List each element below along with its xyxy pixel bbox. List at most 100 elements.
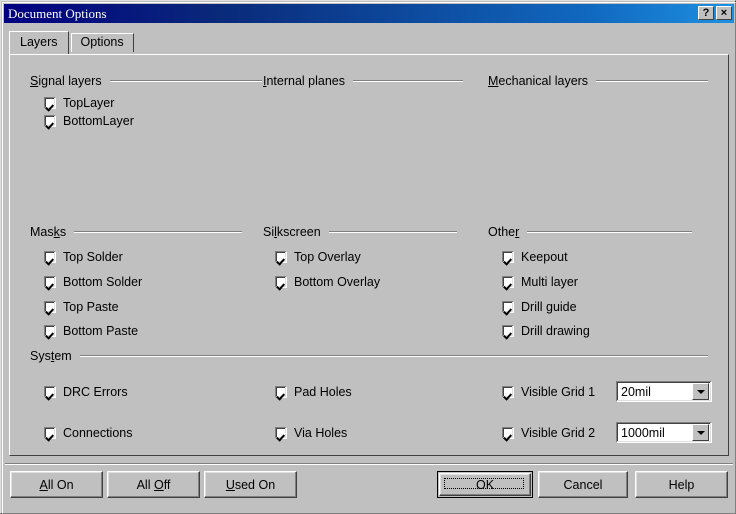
checkbox-label-top-paste: Top Paste	[63, 300, 119, 314]
group-label-internal-planes: Internal planes	[263, 74, 345, 88]
checkbox-label-multi-layer: Multi layer	[521, 275, 578, 289]
checkbox-label-toplayer: TopLayer	[63, 96, 114, 110]
checkbox-label-drc-errors: DRC Errors	[63, 385, 128, 399]
group-header-silkscreen: Silkscreen	[263, 225, 457, 239]
checkbox-bottom-overlay[interactable]	[275, 276, 287, 288]
checkbox-row-multi-layer[interactable]: Multi layer	[502, 275, 578, 289]
group-label-silkscreen-rest: kscreen	[277, 225, 321, 239]
checkbox-row-visible-grid-2[interactable]: Visible Grid 2	[502, 426, 595, 440]
used-on-button[interactable]: Used On	[204, 471, 297, 498]
checkbox-row-bottom-solder[interactable]: Bottom Solder	[44, 275, 142, 289]
group-header-masks: Masks	[30, 225, 242, 239]
checkbox-row-connections[interactable]: Connections	[44, 426, 133, 440]
all-on-button[interactable]: All On	[10, 471, 103, 498]
checkbox-bottom-solder[interactable]	[44, 276, 56, 288]
checkbox-row-toplayer[interactable]: TopLayer	[44, 96, 114, 110]
close-icon[interactable]: ×	[716, 6, 732, 20]
checkbox-row-drc-errors[interactable]: DRC Errors	[44, 385, 128, 399]
group-label-system: System	[30, 349, 72, 363]
checkbox-label-pad-holes: Pad Holes	[294, 385, 352, 399]
checkbox-bottom-paste[interactable]	[44, 325, 56, 337]
group-header-system: System	[30, 349, 708, 363]
checkbox-row-top-overlay[interactable]: Top Overlay	[275, 250, 361, 264]
title-bar-buttons: ? ×	[698, 6, 732, 20]
checkbox-drill-drawing[interactable]	[502, 325, 514, 337]
checkbox-via-holes[interactable]	[275, 427, 287, 439]
combo-value-visible-grid-1: 20mil	[617, 385, 692, 399]
tab-layers[interactable]: Layers	[9, 31, 69, 54]
checkbox-top-solder[interactable]	[44, 251, 56, 263]
checkbox-label-bottom-overlay: Bottom Overlay	[294, 275, 380, 289]
checkbox-row-top-solder[interactable]: Top Solder	[44, 250, 123, 264]
checkbox-row-drill-drawing[interactable]: Drill drawing	[502, 324, 590, 338]
checkbox-connections[interactable]	[44, 427, 56, 439]
document-options-dialog: Document Options ? × Layers Options Sign…	[0, 0, 736, 514]
checkbox-toplayer[interactable]	[44, 97, 56, 109]
cancel-button-label: Cancel	[564, 478, 603, 492]
checkbox-pad-holes[interactable]	[275, 386, 287, 398]
checkbox-label-bottom-solder: Bottom Solder	[63, 275, 142, 289]
group-rule-mechanical-layers	[596, 80, 708, 82]
group-label-system-rest: em	[54, 349, 71, 363]
group-header-signal-layers: Signal layers	[30, 74, 262, 88]
group-header-internal-planes: Internal planes	[263, 74, 463, 88]
checkbox-label-top-solder: Top Solder	[63, 250, 123, 264]
checkbox-visible-grid-1[interactable]	[502, 386, 514, 398]
ok-button-label: OK	[476, 478, 494, 492]
checkbox-row-pad-holes[interactable]: Pad Holes	[275, 385, 352, 399]
layers-tab-panel: Signal layers TopLayer BottomLayer Inter…	[9, 54, 729, 456]
ok-button[interactable]: OK	[437, 471, 533, 498]
tab-strip: Layers Options	[9, 32, 134, 54]
help-button[interactable]: Help	[635, 471, 728, 498]
group-label-mechanical-layers-rest: echanical layers	[498, 74, 588, 88]
bottom-divider	[5, 463, 733, 465]
checkbox-row-via-holes[interactable]: Via Holes	[275, 426, 347, 440]
chevron-down-icon-grid-1[interactable]	[692, 383, 709, 400]
all-off-button[interactable]: All Off	[107, 471, 200, 498]
checkbox-drc-errors[interactable]	[44, 386, 56, 398]
checkbox-row-bottomlayer[interactable]: BottomLayer	[44, 114, 134, 128]
group-header-other: Other	[488, 225, 692, 239]
group-header-mechanical-layers: Mechanical layers	[488, 74, 708, 88]
cancel-button[interactable]: Cancel	[538, 471, 628, 498]
title-bar[interactable]: Document Options ? ×	[4, 4, 734, 23]
combo-visible-grid-2[interactable]: 1000mil	[616, 422, 712, 443]
checkbox-row-bottom-overlay[interactable]: Bottom Overlay	[275, 275, 380, 289]
all-on-button-label: All On	[39, 478, 73, 492]
checkbox-keepout[interactable]	[502, 251, 514, 263]
group-rule-system	[80, 355, 708, 357]
ok-button-face: OK	[439, 473, 531, 496]
checkbox-visible-grid-2[interactable]	[502, 427, 514, 439]
checkbox-top-paste[interactable]	[44, 301, 56, 313]
checkbox-label-visible-grid-2: Visible Grid 2	[521, 426, 595, 440]
group-label-masks-rest: s	[60, 225, 66, 239]
checkbox-label-bottom-paste: Bottom Paste	[63, 324, 138, 338]
tab-options[interactable]: Options	[71, 33, 134, 52]
group-label-internal-planes-rest: nternal planes	[266, 74, 345, 88]
checkbox-row-bottom-paste[interactable]: Bottom Paste	[44, 324, 138, 338]
group-rule-masks	[74, 231, 242, 233]
checkbox-top-overlay[interactable]	[275, 251, 287, 263]
chevron-down-icon-grid-2[interactable]	[692, 424, 709, 441]
window-title: Document Options	[4, 6, 107, 22]
checkbox-row-keepout[interactable]: Keepout	[502, 250, 568, 264]
checkbox-label-drill-guide: Drill guide	[521, 300, 577, 314]
checkbox-row-top-paste[interactable]: Top Paste	[44, 300, 119, 314]
group-label-silkscreen: Silkscreen	[263, 225, 321, 239]
checkbox-drill-guide[interactable]	[502, 301, 514, 313]
used-on-button-label: Used On	[226, 478, 275, 492]
group-label-mechanical-layers: Mechanical layers	[488, 74, 588, 88]
group-rule-internal-planes	[353, 80, 463, 82]
checkbox-bottomlayer[interactable]	[44, 115, 56, 127]
help-icon[interactable]: ?	[698, 6, 714, 20]
group-label-other: Other	[488, 225, 519, 239]
checkbox-row-visible-grid-1[interactable]: Visible Grid 1	[502, 385, 595, 399]
checkbox-label-top-overlay: Top Overlay	[294, 250, 361, 264]
checkbox-row-drill-guide[interactable]: Drill guide	[502, 300, 577, 314]
group-label-signal-layers: Signal layers	[30, 74, 102, 88]
combo-visible-grid-1[interactable]: 20mil	[616, 381, 712, 402]
checkbox-multi-layer[interactable]	[502, 276, 514, 288]
group-rule-other	[527, 231, 692, 233]
checkbox-label-via-holes: Via Holes	[294, 426, 347, 440]
tab-options-label: Options	[81, 35, 124, 49]
